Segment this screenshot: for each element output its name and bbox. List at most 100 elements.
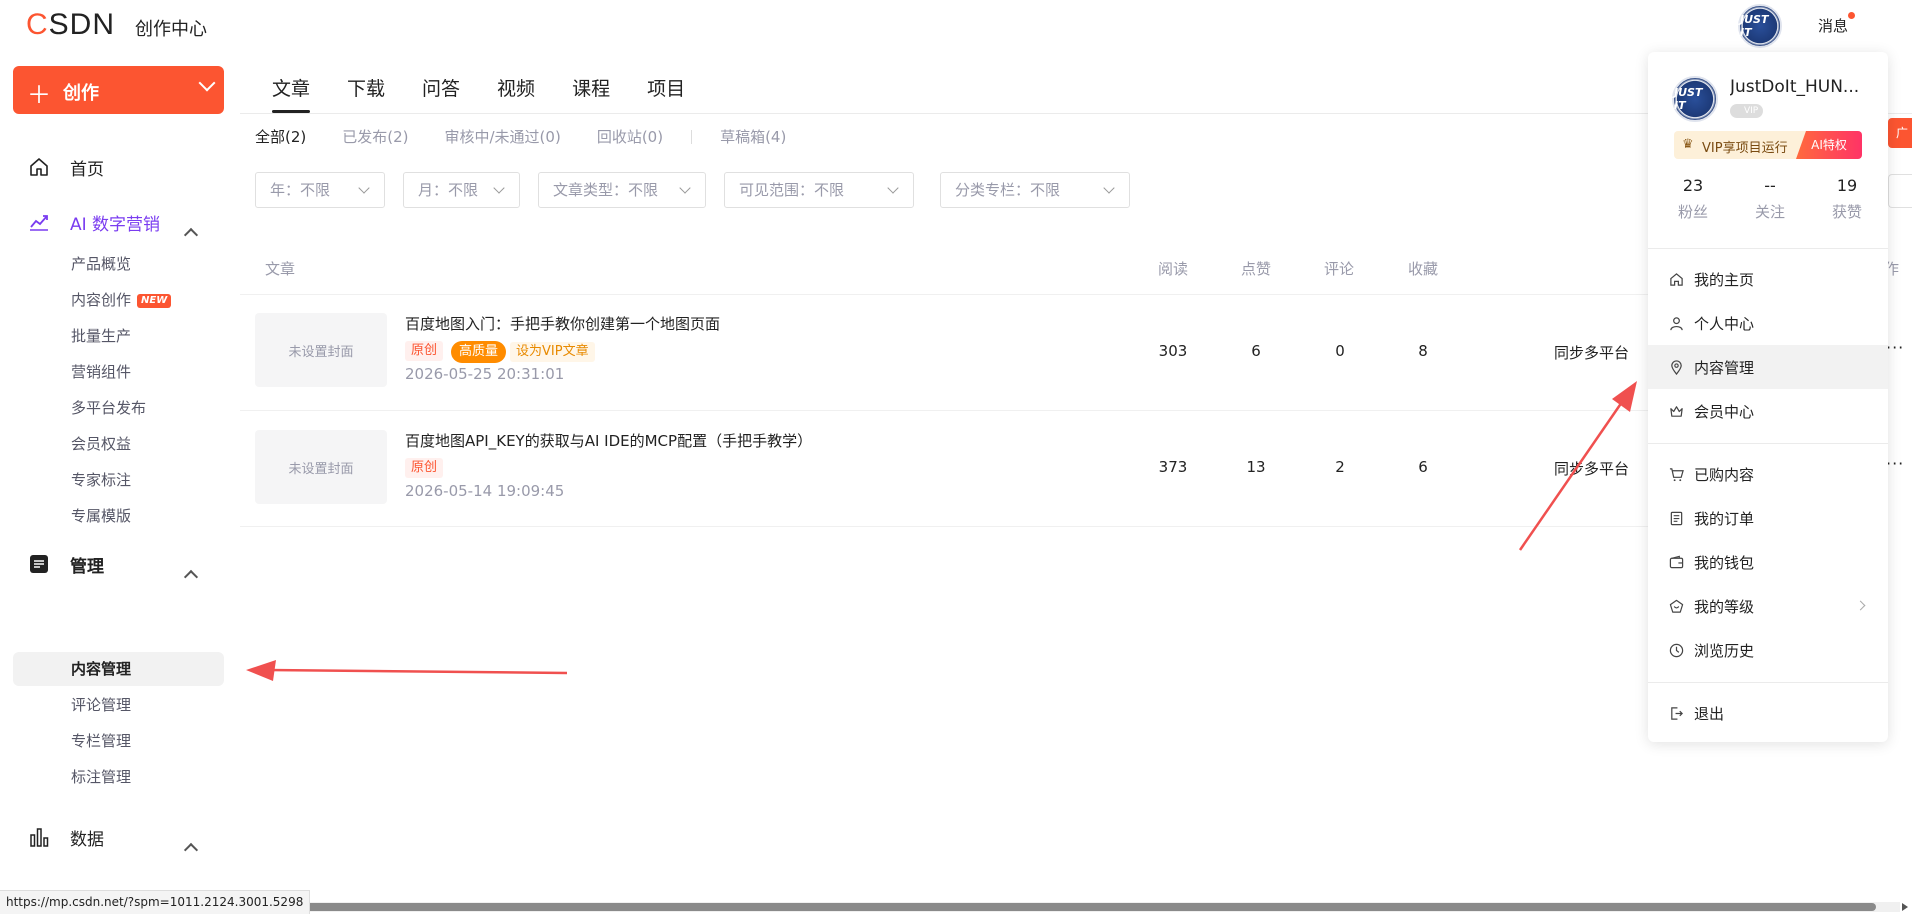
sidebar-item-batch-production[interactable]: 批量生产 — [71, 323, 131, 349]
sidebar-item-home[interactable]: 首页 — [28, 152, 104, 182]
sidebar-item-multi-platform[interactable]: 多平台发布 — [71, 395, 146, 421]
column-header-likes: 点赞 — [1241, 260, 1272, 278]
article-timestamp: 2026-05-14 19:09:45 — [405, 482, 565, 500]
article-tags: 原创 高质量 设为VIP文章 — [405, 341, 595, 363]
sidebar-item-column-management[interactable]: 专栏管理 — [71, 728, 131, 754]
top-bar: CSDN 创作中心 JUST IT 消息 — [0, 0, 1912, 52]
reads-count: 303 — [1158, 342, 1188, 360]
likes-count: 6 — [1251, 342, 1261, 360]
subtab-published[interactable]: 已发布(2) — [342, 126, 408, 147]
tab-courses[interactable]: 课程 — [572, 74, 610, 114]
favorites-count: 6 — [1418, 458, 1428, 476]
original-tag: 原创 — [405, 341, 444, 361]
crown-icon: ♛ — [1682, 137, 1694, 152]
sidebar-item-marketing-components[interactable]: 营销组件 — [71, 359, 131, 385]
stat-likes-received[interactable]: 19 获赞 — [1817, 176, 1877, 222]
set-vip-article-link[interactable]: 设为VIP文章 — [510, 342, 595, 362]
logout-icon — [1668, 705, 1684, 721]
panel-avatar[interactable]: JUST IT — [1672, 76, 1718, 122]
stat-fans[interactable]: 23 粉丝 — [1663, 176, 1723, 222]
panel-divider — [1648, 682, 1888, 683]
more-actions-icon[interactable]: ··· — [1886, 454, 1904, 473]
messages-link[interactable]: 消息 — [1818, 15, 1848, 36]
sidebar-item-product-overview[interactable]: 产品概览 — [71, 251, 131, 277]
user-avatar[interactable]: JUST IT — [1738, 4, 1782, 48]
sidebar: ＋ 创作 首页 AI 数字营销 产品概览 内容创作 NEW 批量生产 营销组件 多… — [0, 52, 232, 914]
menu-purchased-content[interactable]: 已购内容 — [1648, 452, 1888, 496]
article-cover-placeholder[interactable]: 未设置封面 — [255, 313, 387, 387]
panel-username[interactable]: JustDoIt_HUN... — [1730, 77, 1870, 97]
user-dropdown-panel: JUST IT JustDoIt_HUN... VIP ♛ VIP享项目运行 A… — [1648, 52, 1888, 742]
chevron-right-icon — [1855, 600, 1866, 611]
menu-my-homepage[interactable]: 我的主页 — [1648, 257, 1888, 301]
article-timestamp: 2026-05-25 20:31:01 — [405, 365, 565, 383]
menu-member-center[interactable]: 会员中心 — [1648, 389, 1888, 433]
tab-downloads[interactable]: 下载 — [347, 74, 385, 114]
menu-my-orders[interactable]: 我的订单 — [1648, 496, 1888, 540]
filter-month[interactable]: 月：不限 — [403, 172, 520, 208]
reads-count: 373 — [1158, 458, 1188, 476]
filter-category-column[interactable]: 分类专栏：不限 — [940, 172, 1130, 208]
tab-articles[interactable]: 文章 — [272, 74, 311, 114]
wallet-icon — [1668, 554, 1684, 570]
sidebar-item-annotation-management[interactable]: 标注管理 — [71, 764, 131, 790]
column-header-article: 文章 — [265, 260, 296, 278]
bar-chart-icon — [28, 826, 50, 848]
stat-following[interactable]: -- 关注 — [1740, 176, 1800, 222]
tab-qa[interactable]: 问答 — [422, 74, 460, 114]
sidebar-group-ai-marketing[interactable]: AI 数字营销 — [28, 207, 160, 237]
article-title[interactable]: 百度地图入门：手把手教你创建第一个地图页面 — [405, 313, 720, 334]
article-title[interactable]: 百度地图API_KEY的获取与AI IDE的MCP配置（手把手教学） — [405, 430, 812, 451]
scroll-right-arrow-icon[interactable] — [1902, 903, 1908, 911]
subtab-all[interactable]: 全部(2) — [255, 126, 306, 147]
sidebar-item-member-benefits[interactable]: 会员权益 — [71, 431, 131, 457]
sidebar-item-content-creation[interactable]: 内容创作 NEW — [71, 287, 172, 313]
menu-my-level[interactable]: 我的等级 — [1648, 584, 1888, 628]
menu-personal-center[interactable]: 个人中心 — [1648, 301, 1888, 345]
menu-browsing-history[interactable]: 浏览历史 — [1648, 628, 1888, 672]
sidebar-item-comment-management[interactable]: 评论管理 — [71, 692, 131, 718]
chevron-down-icon — [679, 182, 691, 194]
vip-level-badge: VIP — [1730, 104, 1764, 118]
order-list-icon — [1668, 510, 1684, 526]
sidebar-item-exclusive-templates[interactable]: 专属模版 — [71, 503, 131, 529]
chevron-down-icon — [887, 182, 899, 194]
column-header-comments: 评论 — [1324, 260, 1355, 278]
tab-videos[interactable]: 视频 — [497, 74, 535, 114]
sidebar-group-data[interactable]: 数据 — [28, 822, 104, 852]
article-tags: 原创 — [405, 458, 451, 478]
sidebar-item-content-management[interactable]: 内容管理 — [71, 656, 131, 682]
more-actions-icon[interactable]: ··· — [1886, 338, 1904, 357]
create-button[interactable]: ＋ 创作 — [13, 66, 224, 114]
article-cover-placeholder[interactable]: 未设置封面 — [255, 430, 387, 504]
tab-projects[interactable]: 项目 — [647, 74, 685, 114]
filter-visibility[interactable]: 可见范围：不限 — [724, 172, 914, 208]
subtab-drafts[interactable]: 草稿箱(4) — [720, 126, 786, 147]
chevron-down-icon — [1103, 182, 1115, 194]
subtab-reviewing[interactable]: 审核中/未通过(0) — [445, 126, 561, 147]
cart-icon — [1668, 466, 1684, 482]
vip-promo-banner[interactable]: ♛ VIP享项目运行 AI特权 — [1674, 131, 1862, 159]
sidebar-item-expert-annotation[interactable]: 专家标注 — [71, 467, 131, 493]
message-dot-badge — [1848, 12, 1855, 19]
sidebar-group-manage[interactable]: 管理 — [28, 549, 104, 579]
menu-my-wallet[interactable]: 我的钱包 — [1648, 540, 1888, 584]
home-icon — [28, 156, 50, 178]
subtab-recycle-bin[interactable]: 回收站(0) — [597, 126, 663, 147]
menu-logout[interactable]: 退出 — [1648, 691, 1888, 735]
menu-content-management[interactable]: 内容管理 — [1648, 345, 1888, 389]
sync-multi-platform-link[interactable]: 同步多平台 — [1554, 342, 1629, 363]
filter-year[interactable]: 年：不限 — [255, 172, 385, 208]
search-box-fragment[interactable] — [1888, 174, 1912, 208]
panel-divider — [1648, 248, 1888, 249]
sync-multi-platform-link[interactable]: 同步多平台 — [1554, 458, 1629, 479]
filter-article-type[interactable]: 文章类型：不限 — [538, 172, 706, 208]
chevron-up-icon[interactable] — [183, 842, 199, 858]
chevron-up-icon[interactable] — [183, 227, 199, 243]
promo-corner-tab[interactable]: 广 — [1888, 118, 1912, 148]
plus-icon: ＋ — [27, 81, 51, 109]
original-tag: 原创 — [405, 458, 444, 478]
csdn-logo[interactable]: CSDN — [26, 8, 115, 42]
chevron-up-icon[interactable] — [183, 569, 199, 585]
comments-count: 0 — [1335, 342, 1345, 360]
